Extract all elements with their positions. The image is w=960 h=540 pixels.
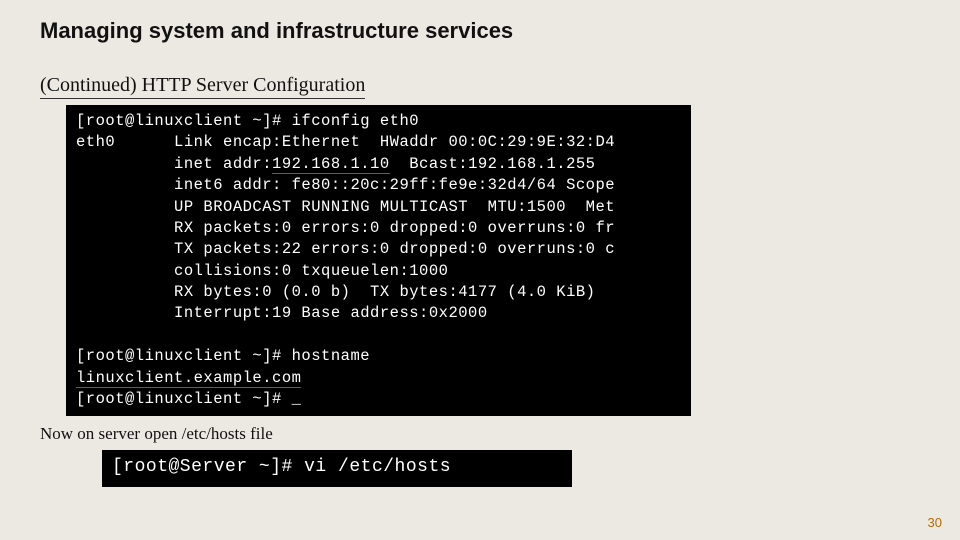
term2-line-1: [root@Server ~]# vi /etc/hosts [112, 457, 451, 477]
term-line-8: collisions:0 txqueuelen:1000 [76, 262, 448, 280]
page-number: 30 [928, 515, 942, 530]
term-line-5: UP BROADCAST RUNNING MULTICAST MTU:1500 … [76, 198, 615, 216]
hostname-highlight: linuxclient.example.com [76, 369, 301, 388]
subtitle-wrap: (Continued) HTTP Server Configuration [40, 74, 920, 105]
term-line-13: [root@linuxclient ~]# _ [76, 390, 301, 408]
term-line-3c: Bcast:192.168.1.255 [390, 155, 596, 173]
terminal-vi-hosts: [root@Server ~]# vi /etc/hosts [102, 450, 572, 487]
term-line-4: inet6 addr: fe80::20c:29ff:fe9e:32d4/64 … [76, 176, 615, 194]
term-line-11: [root@linuxclient ~]# hostname [76, 347, 370, 365]
term-line-7: TX packets:22 errors:0 dropped:0 overrun… [76, 240, 615, 258]
slide-subtitle: (Continued) HTTP Server Configuration [40, 74, 365, 99]
term-line-3a: inet addr: [76, 155, 272, 173]
caption-open-hosts: Now on server open /etc/hosts file [40, 424, 920, 444]
term-line-9: RX bytes:0 (0.0 b) TX bytes:4177 (4.0 Ki… [76, 283, 595, 301]
term-line-10: Interrupt:19 Base address:0x2000 [76, 304, 488, 322]
term-line-6: RX packets:0 errors:0 dropped:0 overruns… [76, 219, 615, 237]
terminal-ifconfig: [root@linuxclient ~]# ifconfig eth0 eth0… [66, 105, 691, 416]
slide-title: Managing system and infrastructure servi… [40, 18, 920, 44]
term-line-1: [root@linuxclient ~]# ifconfig eth0 [76, 112, 419, 130]
term-line-2: eth0 Link encap:Ethernet HWaddr 00:0C:29… [76, 133, 615, 151]
slide: Managing system and infrastructure servi… [0, 0, 960, 540]
inet-addr-highlight: 192.168.1.10 [272, 155, 390, 174]
